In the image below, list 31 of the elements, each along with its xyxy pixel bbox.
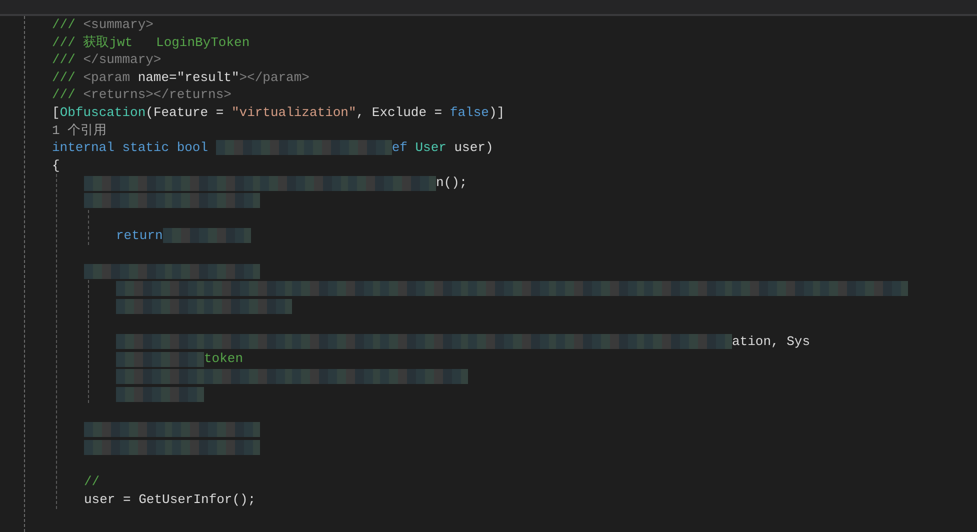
code-comment: /// 获取jwt LoginByToken (52, 34, 250, 52)
type-name: User (415, 139, 446, 157)
doc-tag: </summary> (83, 51, 162, 69)
keyword-text: return (116, 227, 163, 245)
code-text: , Exclude = (356, 104, 444, 122)
code-comment: /// (52, 51, 76, 69)
doc-tag: <returns></returns> (83, 86, 232, 104)
code-text: user) (453, 139, 494, 157)
code-text: ation, Sys (732, 332, 810, 350)
code-text: )] (488, 104, 505, 122)
keyword-text: ef (392, 139, 408, 157)
type-name: Obfuscation (60, 104, 146, 122)
code-comment: token (204, 350, 244, 368)
string-literal: "virtualization" (231, 104, 356, 122)
code-comment: // (84, 473, 100, 492)
code-text: (Feature = (146, 104, 225, 122)
code-comment: /// (52, 86, 76, 104)
code-text: user = (84, 491, 132, 509)
keyword-text: internal static bool (52, 139, 210, 157)
doc-tag: <summary> (83, 16, 154, 34)
code-text: name="result" (136, 68, 240, 86)
code-text: n(); (436, 174, 468, 192)
doc-tag: <param (83, 68, 130, 86)
reference-count[interactable]: 1 个引用 (52, 122, 107, 140)
keyword-text: false (450, 104, 489, 122)
doc-tag: ></param> (239, 68, 310, 86)
code-comment: /// (52, 16, 76, 34)
code-comment: /// (52, 68, 76, 86)
code-text: GetUserInfor(); (138, 491, 256, 509)
code-text: [ (52, 104, 60, 122)
code-text: { (52, 156, 60, 174)
